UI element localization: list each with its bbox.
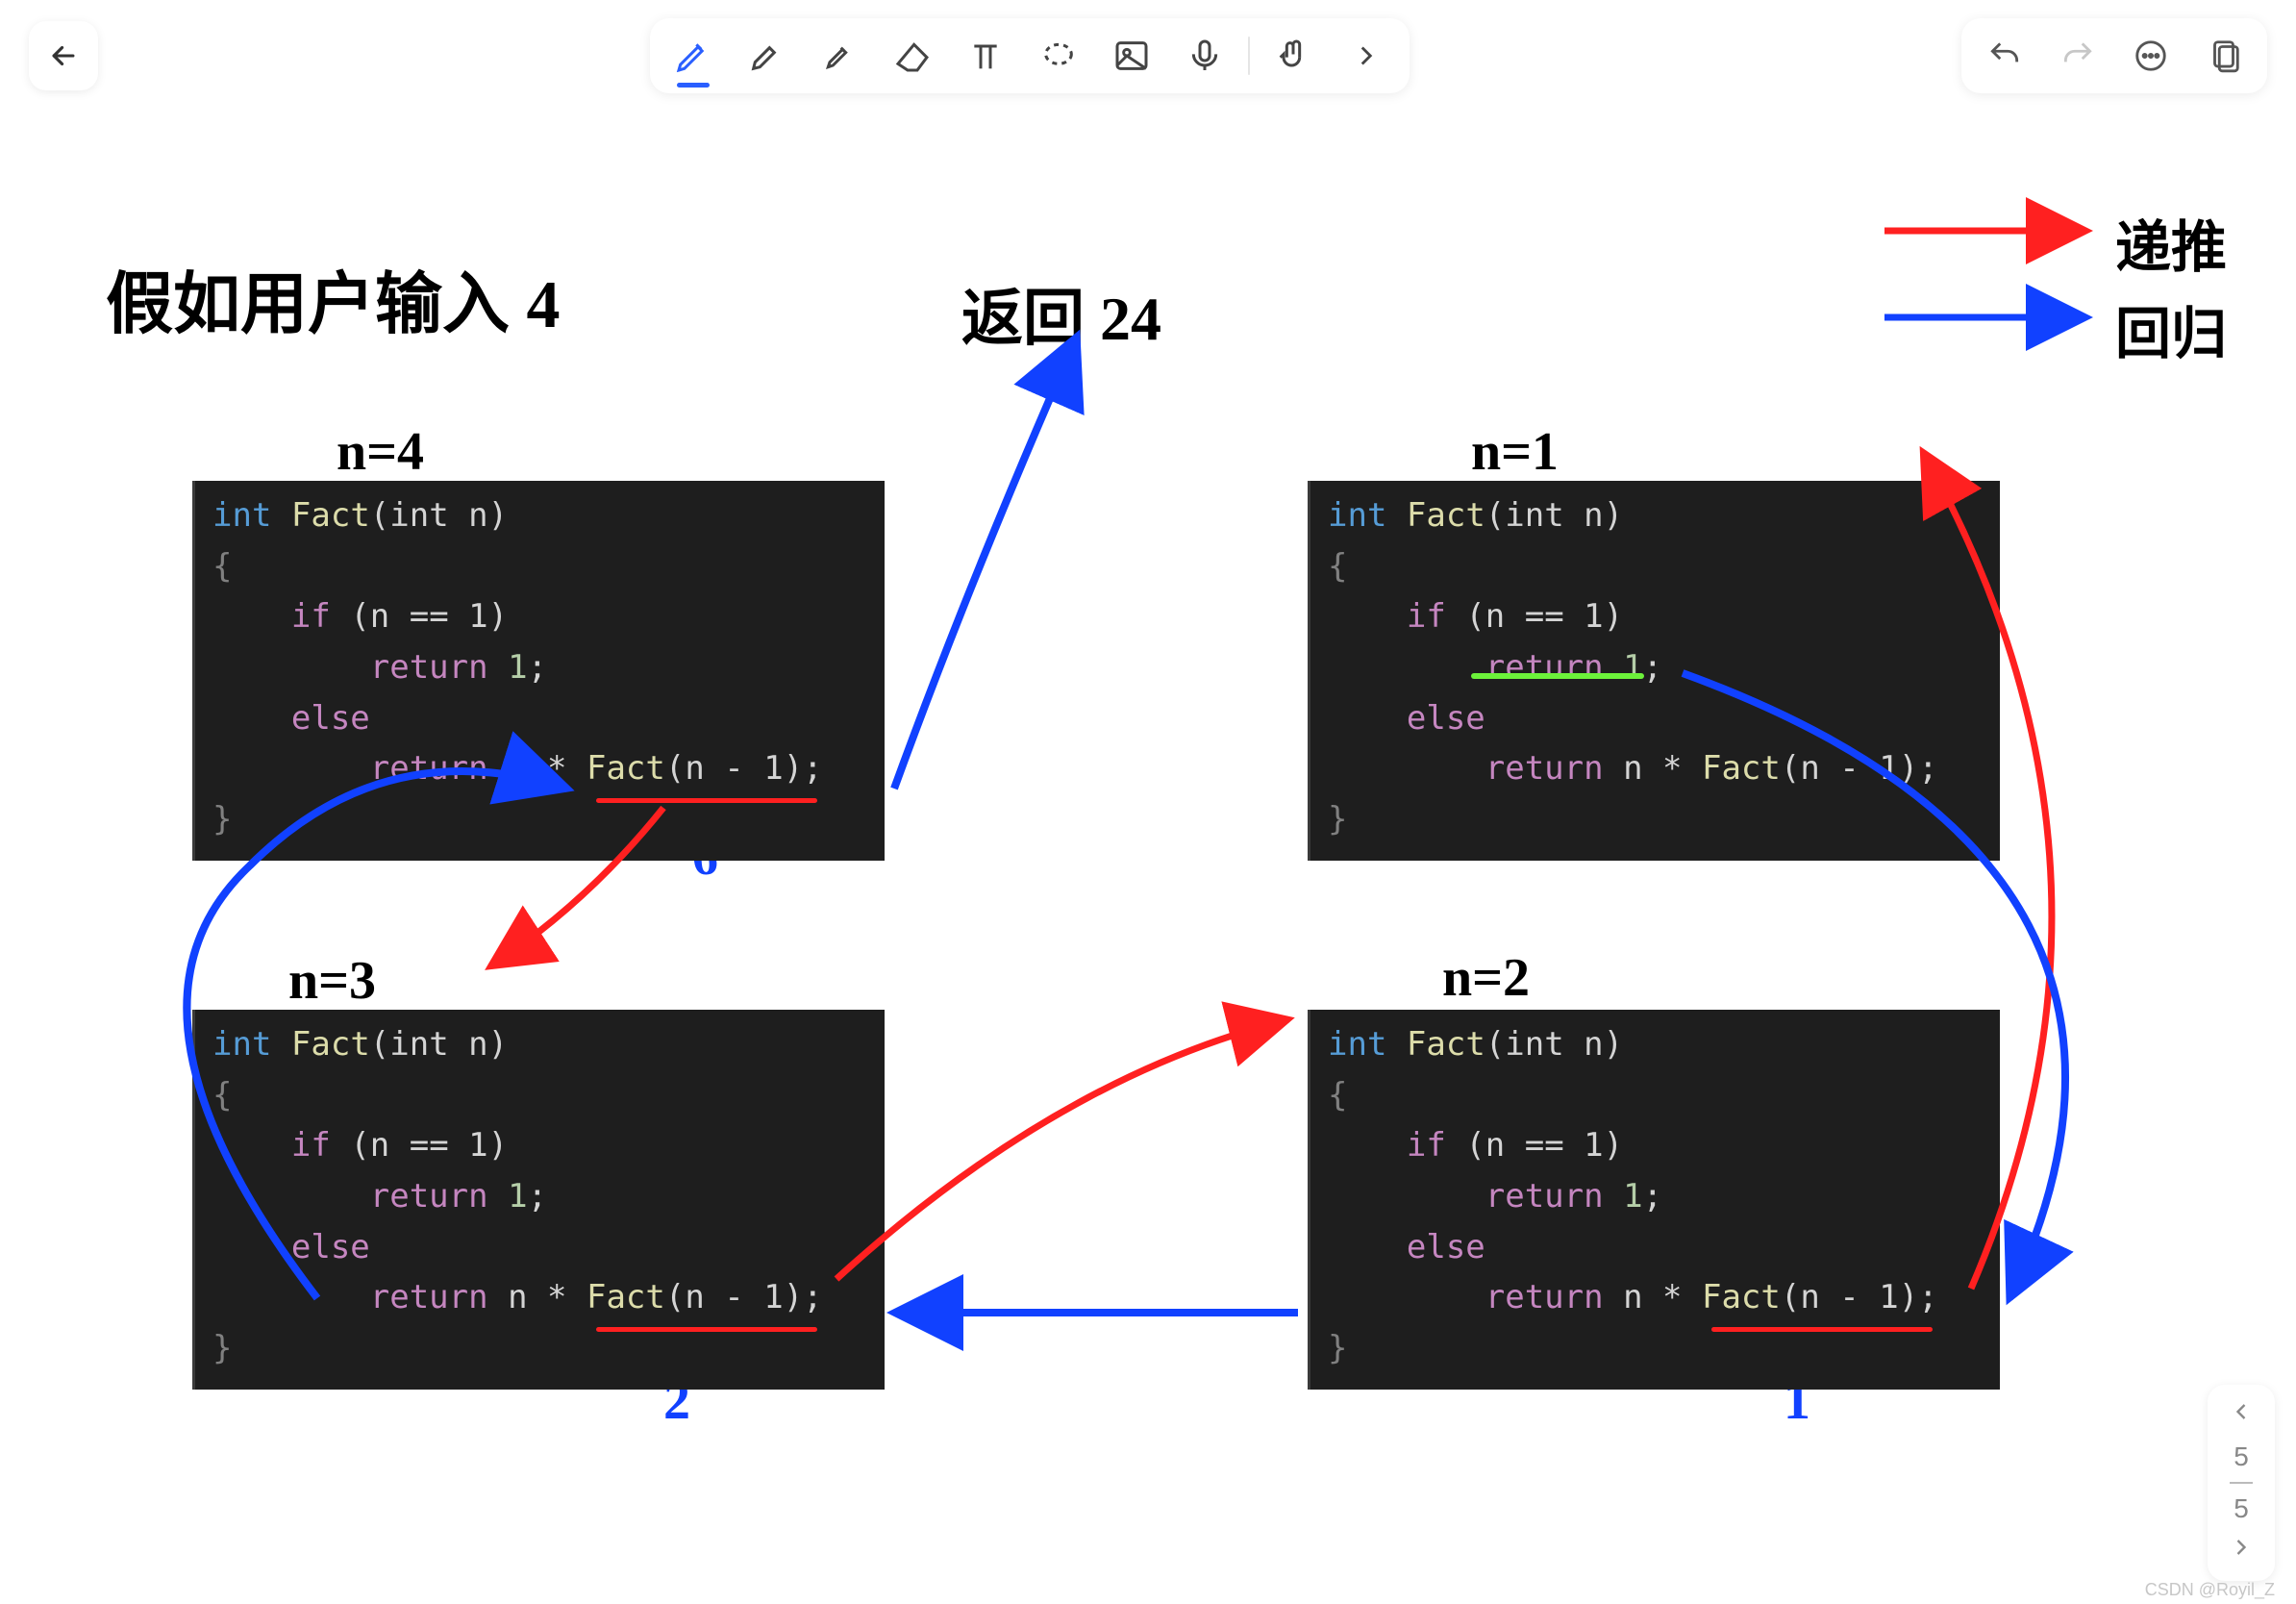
n3-label: n=3	[288, 950, 376, 1012]
code-n1: int Fact(int n) { if (n == 1) return 1; …	[1308, 481, 2000, 861]
return24-text: 返回 24	[961, 269, 1161, 358]
title-text: 假如用户输入 4	[106, 250, 561, 347]
chevron-right-icon[interactable]	[1336, 26, 1396, 86]
marker-icon[interactable]	[810, 26, 869, 86]
watermark: CSDN @Royil_Z	[2145, 1580, 2275, 1600]
pen-tool-icon[interactable]	[663, 26, 723, 86]
mic-icon[interactable]	[1175, 26, 1235, 86]
underline-n3	[596, 1327, 817, 1332]
lasso-icon[interactable]	[1029, 26, 1088, 86]
n1-label: n=1	[1471, 421, 1559, 483]
code-n2: int Fact(int n) { if (n == 1) return 1; …	[1308, 1010, 2000, 1390]
code-n4: int Fact(int n) { if (n == 1) return 1; …	[192, 481, 885, 861]
n4-label: n=4	[337, 421, 424, 483]
highlighter-icon[interactable]	[736, 26, 796, 86]
page-total: 5	[2234, 1493, 2249, 1524]
page-current: 5	[2234, 1441, 2249, 1472]
underline-n2	[1711, 1327, 1933, 1332]
tool-palette	[650, 18, 1410, 93]
top-toolbar	[0, 17, 2296, 94]
page-nav: 5 5	[2208, 1385, 2275, 1581]
divider	[1248, 37, 1250, 75]
underline-return1	[1471, 673, 1644, 679]
legend-red-label: 递推	[2115, 202, 2227, 283]
text-tool-icon[interactable]	[956, 26, 1015, 86]
hand-tool-icon[interactable]	[1263, 26, 1323, 86]
code-n3: int Fact(int n) { if (n == 1) return 1; …	[192, 1010, 885, 1390]
n2-label: n=2	[1442, 947, 1530, 1009]
undo-icon[interactable]	[1975, 26, 2034, 86]
redo-icon[interactable]	[2048, 26, 2108, 86]
back-button[interactable]	[29, 21, 98, 90]
right-controls	[1961, 18, 2267, 93]
pages-icon[interactable]	[2194, 26, 2254, 86]
page-next-icon[interactable]	[2228, 1534, 2255, 1567]
legend-blue-label: 回归	[2115, 288, 2227, 369]
page-sep	[2230, 1482, 2253, 1484]
underline-n4	[596, 798, 817, 803]
eraser-icon[interactable]	[883, 26, 942, 86]
more-icon[interactable]	[2121, 26, 2181, 86]
page-prev-icon[interactable]	[2228, 1398, 2255, 1432]
image-tool-icon[interactable]	[1102, 26, 1161, 86]
